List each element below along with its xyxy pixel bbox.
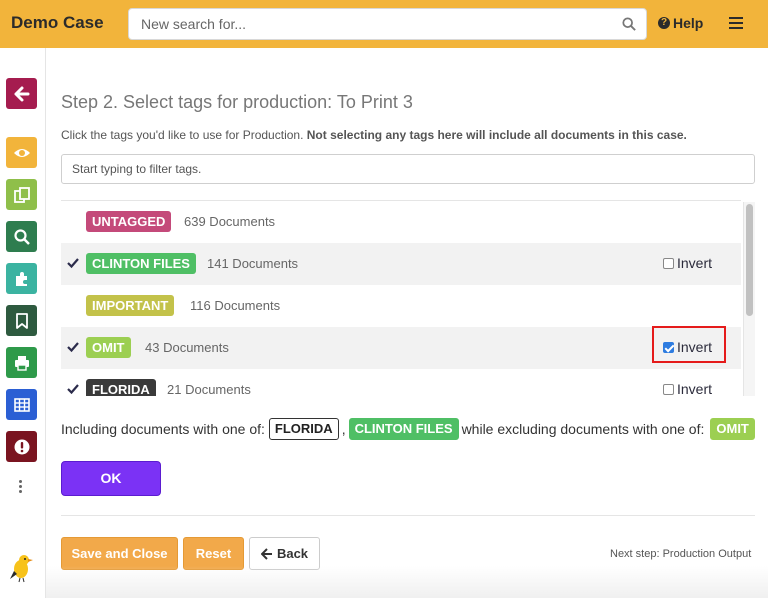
document-count: 141 Documents <box>207 256 299 271</box>
next-step-label: Next step: Production Output <box>610 548 752 560</box>
checkmark-icon <box>67 342 79 353</box>
tag-filter-box[interactable] <box>61 154 755 184</box>
alert-button[interactable] <box>6 431 37 462</box>
tag-badge[interactable]: UNTAGGED <box>86 211 172 232</box>
help-icon: ? <box>658 17 670 29</box>
invert-label: Invert <box>677 381 713 396</box>
exclamation-icon <box>14 439 29 454</box>
included-tag-badge: FLORIDA <box>268 418 339 440</box>
document-count: 21 Documents <box>167 382 251 396</box>
help-label: Help <box>673 15 704 31</box>
copy-button[interactable] <box>6 179 37 210</box>
scrollbar-thumb[interactable] <box>746 204 753 316</box>
instruction-bold-text: Not selecting any tags here will include… <box>306 128 687 142</box>
document-count: 43 Documents <box>145 340 229 355</box>
tag-row-omit[interactable]: OMIT 43 Documents Invert <box>61 327 741 369</box>
back-label: Back <box>276 546 309 561</box>
instructions: Click the tags you'd like to use for Pro… <box>61 128 687 142</box>
top-bar: Demo Case ? Help <box>0 0 768 48</box>
instruction-text: Click the tags you'd like to use for Pro… <box>61 128 304 142</box>
invert-toggle[interactable]: Invert <box>663 381 712 396</box>
search-input[interactable] <box>141 9 621 39</box>
tag-list-scrollbar[interactable] <box>743 202 755 396</box>
search-box[interactable] <box>128 8 647 40</box>
puzzle-icon <box>15 271 27 286</box>
invert-highlight-box <box>652 326 726 363</box>
invert-checkbox[interactable] <box>663 257 674 269</box>
sidebar <box>0 48 46 598</box>
view-button[interactable] <box>6 137 37 168</box>
tag-filter-input[interactable] <box>72 155 752 183</box>
invert-checkbox[interactable] <box>663 383 674 395</box>
search-icon <box>13 228 30 245</box>
search-icon[interactable] <box>622 17 636 31</box>
tag-row-clinton-files[interactable]: CLINTON FILES 141 Documents Invert <box>61 243 741 285</box>
print-button[interactable] <box>6 347 37 378</box>
bottom-fade <box>46 566 768 598</box>
document-count: 639 Documents <box>184 214 276 229</box>
arrow-left-icon <box>260 547 272 560</box>
summary-prefix: Including documents with one of: <box>61 421 265 437</box>
summary-middle: while excluding documents with one of: <box>461 421 705 437</box>
tag-row-important[interactable]: IMPORTANT 116 Documents <box>61 285 741 327</box>
plugins-button[interactable] <box>6 263 37 294</box>
checkmark-icon <box>67 258 79 269</box>
tag-badge[interactable]: FLORIDA <box>86 379 156 396</box>
checkmark-icon <box>67 384 79 395</box>
invert-label: Invert <box>677 255 713 271</box>
arrow-left-icon <box>14 86 29 101</box>
copy-icon <box>13 186 30 203</box>
summary-separator: , <box>341 421 346 437</box>
tag-list: UNTAGGED 639 Documents CLINTON FILES 141… <box>61 200 741 396</box>
back-arrow-button[interactable] <box>6 78 37 109</box>
tag-badge[interactable]: IMPORTANT <box>86 295 175 316</box>
included-tag-badge: CLINTON FILES <box>348 418 459 440</box>
document-count: 116 Documents <box>190 298 281 313</box>
tag-row-florida[interactable]: FLORIDA 21 Documents Invert <box>61 369 741 396</box>
page-title: Step 2. Select tags for production: To P… <box>61 92 413 112</box>
ok-button[interactable]: OK <box>61 461 161 496</box>
search-button[interactable] <box>6 221 37 252</box>
bookmarks-button[interactable] <box>6 305 37 336</box>
more-options-icon[interactable] <box>19 480 23 495</box>
help-link[interactable]: ? Help <box>658 15 703 31</box>
case-name[interactable]: Demo Case <box>11 13 104 33</box>
printer-icon <box>14 355 29 371</box>
table-icon <box>13 397 30 412</box>
bookmark-icon <box>15 312 28 329</box>
tag-row-untagged[interactable]: UNTAGGED 639 Documents <box>61 201 741 243</box>
excluded-tag-badge: OMIT <box>710 418 755 440</box>
tag-badge[interactable]: OMIT <box>86 337 131 358</box>
table-button[interactable] <box>6 389 37 420</box>
invert-toggle[interactable]: Invert <box>663 255 712 271</box>
divider <box>61 515 755 516</box>
hamburger-menu-icon[interactable] <box>729 17 743 29</box>
selection-summary: Including documents with one of: FLORIDA… <box>61 418 758 440</box>
canary-logo-icon <box>10 555 33 583</box>
tag-badge[interactable]: CLINTON FILES <box>86 253 196 274</box>
eye-icon <box>13 148 30 157</box>
